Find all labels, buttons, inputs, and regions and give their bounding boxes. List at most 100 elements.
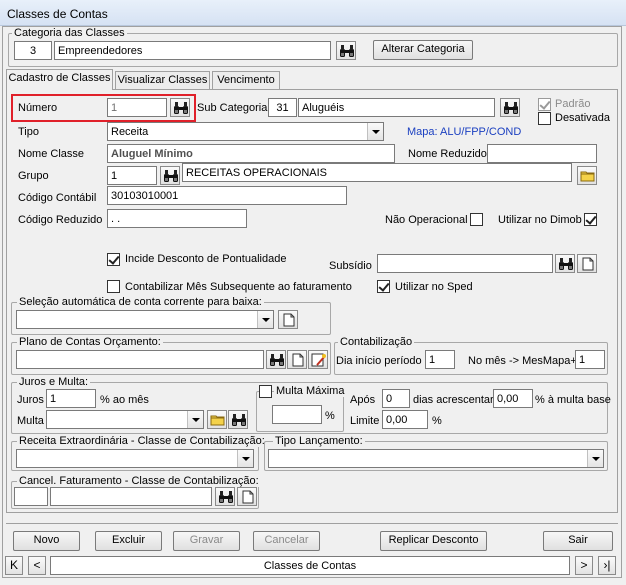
- grupo-code-input[interactable]: 1: [107, 166, 157, 185]
- dias-acrescentar-input[interactable]: 0,00: [493, 389, 533, 408]
- cancel-fat-new-button[interactable]: [237, 487, 257, 506]
- multa-base-label: % à multa base: [535, 394, 611, 406]
- plano-new-button[interactable]: [287, 350, 307, 369]
- subcat-search-button[interactable]: [500, 98, 520, 117]
- no-mes-label: No mês -> MesMapa+: [468, 355, 577, 367]
- multa-maxima-input[interactable]: [272, 405, 322, 424]
- tab-vencimento[interactable]: Vencimento: [212, 71, 280, 89]
- tab-visualizar-classes[interactable]: Visualizar Classes: [115, 71, 210, 89]
- plano-search-button[interactable]: [266, 350, 286, 369]
- codigo-reduzido-input[interactable]: . .: [107, 209, 247, 228]
- subsidio-input[interactable]: [377, 254, 553, 273]
- tipo-lancamento-select[interactable]: [268, 449, 604, 468]
- multa-maxima-checkbox[interactable]: [259, 385, 272, 398]
- tipo-select[interactable]: Receita: [107, 122, 384, 141]
- juros-group-label: Juros e Multa:: [17, 376, 91, 388]
- tab-cadastro-classes[interactable]: Cadastro de Classes: [6, 69, 113, 90]
- nav-next-button[interactable]: >: [575, 556, 593, 575]
- grupo-name-input[interactable]: RECEITAS OPERACIONAIS: [182, 163, 572, 182]
- novo-button[interactable]: Novo: [13, 531, 80, 551]
- categoria-search-button[interactable]: [336, 41, 356, 60]
- cancel-fat-label: Cancel. Faturamento - Classe de Contabil…: [17, 475, 261, 487]
- numero-search-button[interactable]: [170, 98, 190, 117]
- contabilizacao-group-label: Contabilização: [338, 336, 415, 348]
- subcat-name-input[interactable]: Aluguéis: [298, 98, 495, 117]
- binoculars-icon: [503, 101, 519, 115]
- utilizar-dimob-checkbox[interactable]: [584, 213, 597, 226]
- desativada-label: Desativada: [555, 112, 611, 124]
- limite-label: Limite: [350, 415, 380, 427]
- excluir-button[interactable]: Excluir: [95, 531, 162, 551]
- nome-classe-input[interactable]: Aluguel Mínimo: [107, 144, 395, 163]
- dia-inicio-label: Dia início período: [336, 355, 422, 367]
- grupo-search-button[interactable]: [160, 166, 180, 185]
- receita-extra-select[interactable]: [16, 449, 254, 468]
- grupo-label: Grupo: [18, 170, 49, 182]
- divider: [6, 523, 618, 524]
- nav-first-button[interactable]: K: [5, 556, 23, 575]
- tipo-select-value: Receita: [111, 126, 149, 138]
- nome-reduzido-input[interactable]: [487, 144, 597, 163]
- cancel-fat-name-input[interactable]: [50, 487, 212, 506]
- alterar-categoria-button[interactable]: Alterar Categoria: [373, 40, 473, 60]
- grupo-folder-button[interactable]: [577, 166, 597, 185]
- dia-inicio-input[interactable]: 1: [425, 350, 455, 369]
- chevron-down-icon[interactable]: [257, 311, 273, 328]
- plano-input[interactable]: [16, 350, 264, 369]
- codigo-contabil-input[interactable]: 30103010001: [107, 186, 347, 205]
- incide-desconto-checkbox[interactable]: [107, 253, 120, 266]
- binoculars-icon: [231, 413, 247, 427]
- subsidio-search-button[interactable]: [555, 254, 575, 273]
- sair-button[interactable]: Sair: [543, 531, 613, 551]
- document-icon: [240, 490, 256, 504]
- incide-desconto-label: Incide Desconto de Pontualidade: [125, 253, 287, 265]
- subcat-code-input[interactable]: 31: [268, 98, 297, 117]
- chevron-down-icon[interactable]: [237, 450, 253, 467]
- receita-extra-label: Receita Extraordinária - Classe de Conta…: [17, 435, 267, 447]
- utilizar-sped-checkbox[interactable]: [377, 280, 390, 293]
- numero-input[interactable]: 1: [107, 98, 167, 117]
- limite-pct: %: [432, 415, 442, 427]
- no-mes-input[interactable]: 1: [575, 350, 605, 369]
- juros-input[interactable]: 1: [46, 389, 96, 408]
- mapa-text: Mapa: ALU/FPP/COND: [407, 126, 522, 138]
- nao-operacional-label: Não Operacional: [385, 214, 468, 226]
- nav-prev-button[interactable]: <: [28, 556, 46, 575]
- cancelar-button[interactable]: Cancelar: [253, 531, 320, 551]
- replicar-desconto-button[interactable]: Replicar Desconto: [380, 531, 487, 551]
- nome-reduzido-label: Nome Reduzido: [408, 148, 487, 160]
- subsidio-new-button[interactable]: [577, 254, 597, 273]
- plano-wizard-button[interactable]: [308, 350, 328, 369]
- wizard-icon: [311, 353, 327, 367]
- categoria-name-input[interactable]: Empreendedores: [54, 41, 331, 60]
- chevron-down-icon[interactable]: [187, 411, 203, 428]
- chevron-down-icon[interactable]: [367, 123, 383, 140]
- contabilizar-mes-checkbox[interactable]: [107, 280, 120, 293]
- apos-label: Após: [350, 394, 376, 406]
- desativada-checkbox[interactable]: [538, 112, 551, 125]
- cancel-fat-search-button[interactable]: [215, 487, 235, 506]
- binoculars-icon: [339, 44, 355, 58]
- categoria-code-input[interactable]: 3: [14, 41, 52, 60]
- nav-last-button[interactable]: ›|: [598, 556, 616, 575]
- multa-search-button[interactable]: [228, 410, 248, 429]
- selecao-new-button[interactable]: [278, 310, 298, 329]
- selecao-select[interactable]: [16, 310, 274, 329]
- binoculars-icon: [558, 257, 574, 271]
- nao-operacional-checkbox[interactable]: [470, 213, 483, 226]
- apos-input[interactable]: 0: [382, 389, 410, 408]
- limite-input[interactable]: 0,00: [382, 410, 428, 429]
- chevron-down-icon[interactable]: [587, 450, 603, 467]
- cancel-fat-code-input[interactable]: [14, 487, 48, 506]
- categoria-group-label: Categoria das Classes: [12, 27, 127, 39]
- multa-select[interactable]: [46, 410, 204, 429]
- multa-folder-button[interactable]: [207, 410, 227, 429]
- folder-icon: [580, 169, 596, 183]
- nav-label: Classes de Contas: [50, 556, 570, 575]
- padrao-checkbox[interactable]: [538, 98, 551, 111]
- utilizar-dimob-label: Utilizar no Dimob: [498, 214, 582, 226]
- binoculars-icon: [163, 169, 179, 183]
- multa-maxima-label: Multa Máxima: [274, 385, 347, 397]
- document-icon: [580, 257, 596, 271]
- gravar-button[interactable]: Gravar: [173, 531, 240, 551]
